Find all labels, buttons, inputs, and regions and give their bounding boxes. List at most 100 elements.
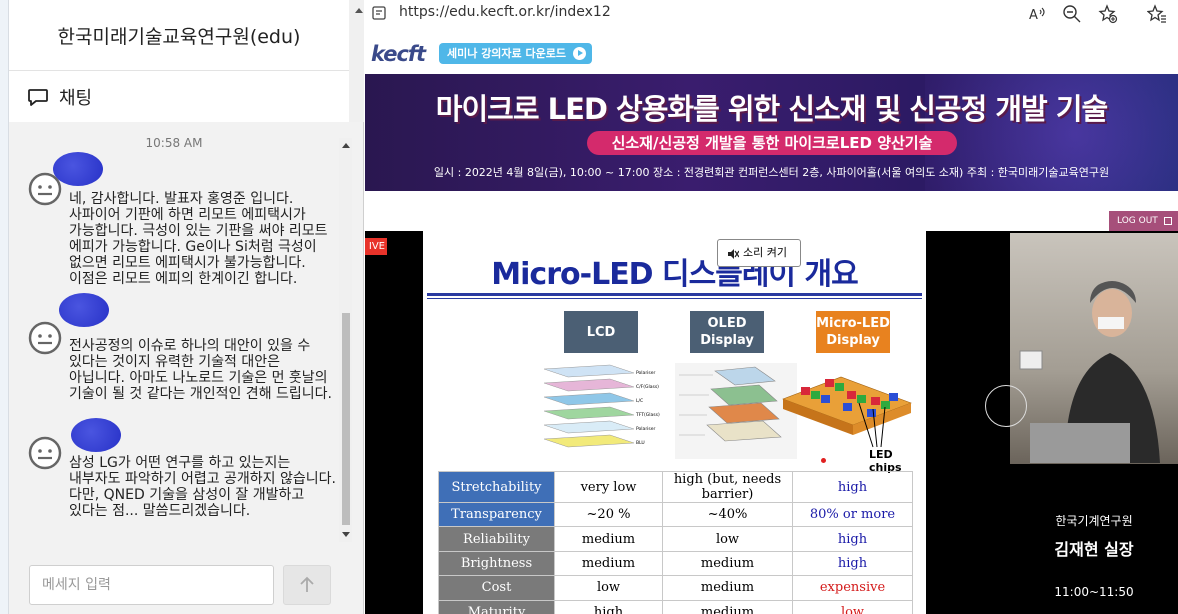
- divider: [9, 70, 349, 71]
- favorites-icon[interactable]: [1147, 4, 1167, 24]
- arrow-up-icon: [300, 576, 314, 592]
- lcd-value-cell: very low: [554, 471, 663, 503]
- micro-led-value-cell: high: [792, 471, 913, 503]
- desktop-edge: [0, 0, 9, 614]
- logout-icon: [1164, 217, 1172, 225]
- table-row: Stretchability very low high (but, needs b…: [438, 471, 913, 503]
- oled-value-cell: medium: [662, 550, 793, 577]
- slide-rule: [427, 293, 922, 296]
- user-avatar-icon: [28, 321, 62, 355]
- send-button[interactable]: [283, 565, 331, 605]
- property-cell: Brightness: [438, 550, 555, 577]
- browser-window: https://edu.kecft.or.kr/index12 A kecft …: [365, 0, 1178, 614]
- oled-value-cell: medium: [662, 575, 793, 601]
- read-aloud-icon[interactable]: A: [1027, 4, 1047, 24]
- speaker-organization: 한국기계연구원: [1055, 514, 1133, 528]
- chat-title: 한국미래기술교육연구원(edu): [57, 26, 301, 48]
- lcd-layer-label: Polariser: [636, 426, 656, 432]
- chat-tab-label: 채팅: [59, 88, 93, 109]
- scroll-up-icon[interactable]: [355, 8, 363, 13]
- lcd-value-cell: low: [554, 575, 663, 601]
- chat-panel: 한국미래기술교육연구원(edu) 채팅 10:58 AM 네, 감사합니다. 발…: [9, 0, 364, 614]
- micro-led-value-cell: low: [792, 599, 913, 614]
- message-text: 전사공정의 이슈로 하나의 대안이 있을 수 있다는 것이지 유력한 기술적 대…: [69, 338, 332, 402]
- url-text[interactable]: https://edu.kecft.or.kr/index12: [399, 4, 611, 20]
- add-favorite-icon[interactable]: [1098, 4, 1118, 24]
- slide-title: Micro-LED 디스플레이 개요: [491, 257, 858, 292]
- laser-pointer: [821, 458, 826, 463]
- micro-led-value-cell: high: [792, 526, 913, 552]
- redacted-name: [71, 418, 121, 452]
- property-cell: Maturity: [438, 599, 555, 614]
- property-cell: Reliability: [438, 526, 555, 552]
- micro-led-label: Micro-LED Display: [816, 311, 890, 353]
- lcd-value-cell: medium: [554, 550, 663, 577]
- unmute-label: 소리 켜기: [743, 246, 787, 259]
- redacted-name: [59, 293, 109, 327]
- speaker-video: [1010, 233, 1178, 464]
- scroll-thumb[interactable]: [342, 313, 350, 525]
- video-player[interactable]: Micro-LED 디스플레이 개요 LCD OLED Display Micr…: [365, 231, 1178, 614]
- message-text: 삼성 LG가 어떤 연구를 하고 있는지는 내부자도 파악하기 어렵고 공개하지…: [69, 455, 336, 519]
- speaker-muted-icon: [728, 249, 739, 259]
- banner-subtitle: 신소재/신공정 개발을 통한 마이크로LED 양산기술: [587, 131, 957, 155]
- site-info-icon[interactable]: [372, 6, 386, 20]
- chat-bubble-icon: [28, 89, 48, 106]
- message-input[interactable]: [29, 565, 274, 605]
- oled-value-cell: medium: [662, 599, 793, 614]
- oled-label: OLED Display: [690, 311, 764, 353]
- logout-button[interactable]: LOG OUT: [1109, 211, 1178, 231]
- play-icon: [572, 47, 586, 60]
- lcd-layer-label: C/F(Glass): [636, 384, 659, 390]
- property-cell: Stretchability: [438, 471, 555, 503]
- live-badge: IVE: [365, 238, 387, 255]
- site-logo[interactable]: kecft: [371, 42, 426, 66]
- table-row: Reliability medium low high: [438, 526, 913, 552]
- screen: 한국미래기술교육연구원(edu) 채팅 10:58 AM 네, 감사합니다. 발…: [0, 0, 1178, 614]
- micro-led-value-cell: high: [792, 550, 913, 577]
- lcd-layer-label: L/C: [636, 398, 643, 404]
- site-header: kecft 세미나 강의자료 다운로드: [365, 28, 1178, 74]
- seminar-download-label: 세미나 강의자료 다운로드: [447, 47, 566, 60]
- unmute-button[interactable]: 소리 켜기: [717, 239, 801, 267]
- event-banner: 마이크로 LED 상용화를 위한 신소재 및 신공정 개발 기술 신소재/신공정…: [365, 74, 1178, 191]
- oled-value-cell: low: [662, 526, 793, 552]
- micro-led-value-cell: 80% or more: [792, 501, 913, 528]
- top-scrollbar[interactable]: [349, 0, 364, 122]
- address-bar[interactable]: https://edu.kecft.or.kr/index12 A: [365, 0, 1178, 28]
- slide-rule: [427, 298, 922, 299]
- user-avatar-icon: [28, 436, 62, 470]
- seminar-download-button[interactable]: 세미나 강의자료 다운로드: [439, 43, 592, 64]
- oled-layer-diagram: [675, 363, 797, 459]
- user-avatar-icon: [28, 172, 62, 206]
- lcd-value-cell: high: [554, 599, 663, 614]
- zoom-out-icon[interactable]: [1062, 4, 1082, 24]
- comparison-table: Stretchability very low high (but, needs b…: [438, 471, 913, 614]
- micro-led-diagram: [782, 376, 912, 448]
- lcd-layer-label: TFT(Glass): [635, 412, 660, 418]
- logout-label: LOG OUT: [1117, 216, 1158, 226]
- page-spacer: [365, 191, 1178, 231]
- micro-led-value-cell: expensive: [792, 575, 913, 601]
- cursor-highlight: [985, 385, 1027, 427]
- lcd-layer-label: BLU: [636, 440, 645, 446]
- message-list: 10:58 AM 네, 감사합니다. 발표자 홍영준 입니다. 사파이어 기판에…: [9, 130, 339, 542]
- scroll-down-icon[interactable]: [342, 532, 350, 537]
- table-row: Cost low medium expensive: [438, 575, 913, 601]
- table-row: Transparency ~20 % ~40% 80% or more: [438, 501, 913, 528]
- tab-chat[interactable]: 채팅: [27, 84, 92, 110]
- speaker-time: 11:00~11:50: [1054, 585, 1134, 599]
- oled-value-cell: high (but, needs barrier): [662, 471, 793, 503]
- message-text: 네, 감사합니다. 발표자 홍영준 입니다. 사파이어 기판에 하면 리모트 에…: [69, 191, 328, 287]
- scroll-up-icon[interactable]: [342, 143, 350, 148]
- lcd-label: LCD: [564, 311, 638, 353]
- speaker-name: 김재현 실장: [1054, 540, 1134, 559]
- table-row: Maturity high medium low: [438, 599, 913, 614]
- oled-value-cell: ~40%: [662, 501, 793, 528]
- chat-header: 한국미래기술교육연구원(edu) 채팅: [9, 0, 349, 122]
- lcd-value-cell: ~20 %: [554, 501, 663, 528]
- lcd-layer-diagram: Polariser C/F(Glass) L/C TFT(Glass) Pola…: [543, 364, 660, 448]
- svg-text:A: A: [1029, 8, 1038, 23]
- table-row: Brightness medium medium high: [438, 550, 913, 577]
- speaker-figure: [1019, 281, 1160, 463]
